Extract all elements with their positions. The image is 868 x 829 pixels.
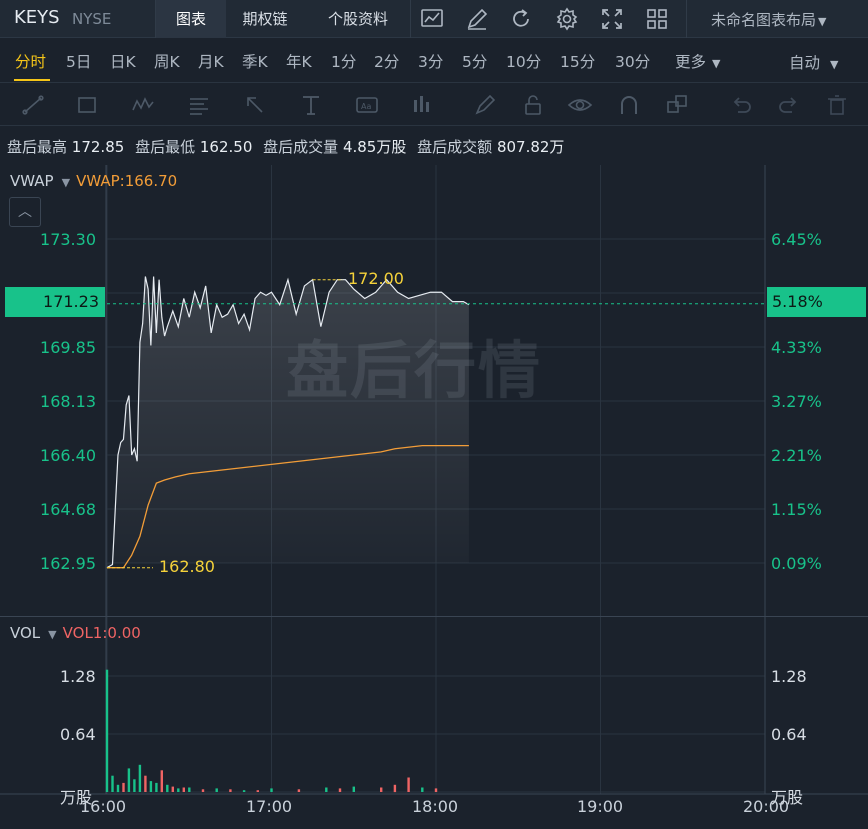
time-tick: 17:00 xyxy=(246,797,293,816)
price-tick: 164.68 xyxy=(40,500,96,519)
price-tick: 162.95 xyxy=(40,554,96,573)
volume-bar xyxy=(188,787,191,792)
volume-indicator-value: VOL1:0.00 xyxy=(62,624,141,642)
volume-bar xyxy=(393,784,397,793)
volume-tick: 0.64 xyxy=(60,725,96,744)
volume-bar xyxy=(160,770,163,793)
watermark: 盘后行情 xyxy=(286,334,543,407)
volume-bar xyxy=(138,764,142,792)
high-marker-label: 172.00 xyxy=(348,269,404,288)
collapse-button[interactable]: ︿ xyxy=(9,197,41,227)
volume-bar xyxy=(144,775,147,792)
pct-tick: 4.33% xyxy=(771,338,822,357)
volume-bar xyxy=(182,787,185,792)
volume-bar xyxy=(116,784,120,793)
volume-legend[interactable]: VOL ▼ VOL1:0.00 xyxy=(10,624,141,642)
volume-bar xyxy=(270,788,273,792)
time-tick: 19:00 xyxy=(577,797,624,816)
volume-bar xyxy=(177,788,180,792)
volume-bar xyxy=(338,788,342,792)
time-tick: 16:00 xyxy=(80,797,127,816)
volume-indicator-name: VOL xyxy=(10,624,41,642)
pct-tick: 1.15% xyxy=(771,500,822,519)
volume-bar xyxy=(421,787,424,792)
volume-bar xyxy=(105,669,109,792)
price-tick: 169.85 xyxy=(40,338,96,357)
volume-tick: 0.64 xyxy=(771,725,807,744)
current-price-tag: 171.23 xyxy=(5,287,105,317)
pct-tick: 0.09% xyxy=(771,554,822,573)
current-pct-tag: 5.18% xyxy=(767,287,866,317)
indicator-value: VWAP:166.70 xyxy=(76,172,178,190)
price-tick: 166.40 xyxy=(40,446,96,465)
caret-down-icon[interactable]: ▼ xyxy=(62,176,70,189)
volume-bar xyxy=(325,787,328,792)
volume-bar xyxy=(297,789,301,792)
chevron-up-icon: ︿ xyxy=(18,204,32,220)
volume-bar xyxy=(127,768,131,792)
volume-bar xyxy=(166,784,169,793)
indicator-legend[interactable]: VWAP ▼ VWAP:166.70 xyxy=(10,172,177,190)
indicator-name: VWAP xyxy=(10,172,54,190)
volume-tick: 1.28 xyxy=(771,667,807,686)
price-tick: 168.13 xyxy=(40,392,96,411)
time-tick: 20:00 xyxy=(743,797,790,816)
volume-bar xyxy=(171,786,174,792)
caret-down-icon[interactable]: ▼ xyxy=(48,628,56,641)
volume-bar xyxy=(133,779,136,792)
volume-bar xyxy=(242,790,246,792)
volume-bar xyxy=(201,789,205,792)
time-tick: 18:00 xyxy=(412,797,459,816)
volume-bar xyxy=(407,777,410,792)
volume-bar xyxy=(111,775,114,792)
volume-bar xyxy=(149,781,153,792)
pct-tick: 6.45% xyxy=(771,230,822,249)
low-marker-label: 162.80 xyxy=(159,557,215,576)
volume-bar xyxy=(352,786,355,792)
volume-bar xyxy=(155,782,158,792)
pct-tick: 3.27% xyxy=(771,392,822,411)
price-tick: 173.30 xyxy=(40,230,96,249)
pct-tick: 2.21% xyxy=(771,446,822,465)
volume-bar xyxy=(434,788,438,792)
volume-bar xyxy=(256,790,259,792)
volume-tick: 1.28 xyxy=(60,667,96,686)
price-chart[interactable] xyxy=(0,0,868,829)
volume-bar xyxy=(215,788,218,792)
volume-bar xyxy=(229,789,232,792)
pane-divider[interactable] xyxy=(0,616,868,617)
volume-bar xyxy=(380,787,383,792)
volume-bar xyxy=(122,782,125,792)
